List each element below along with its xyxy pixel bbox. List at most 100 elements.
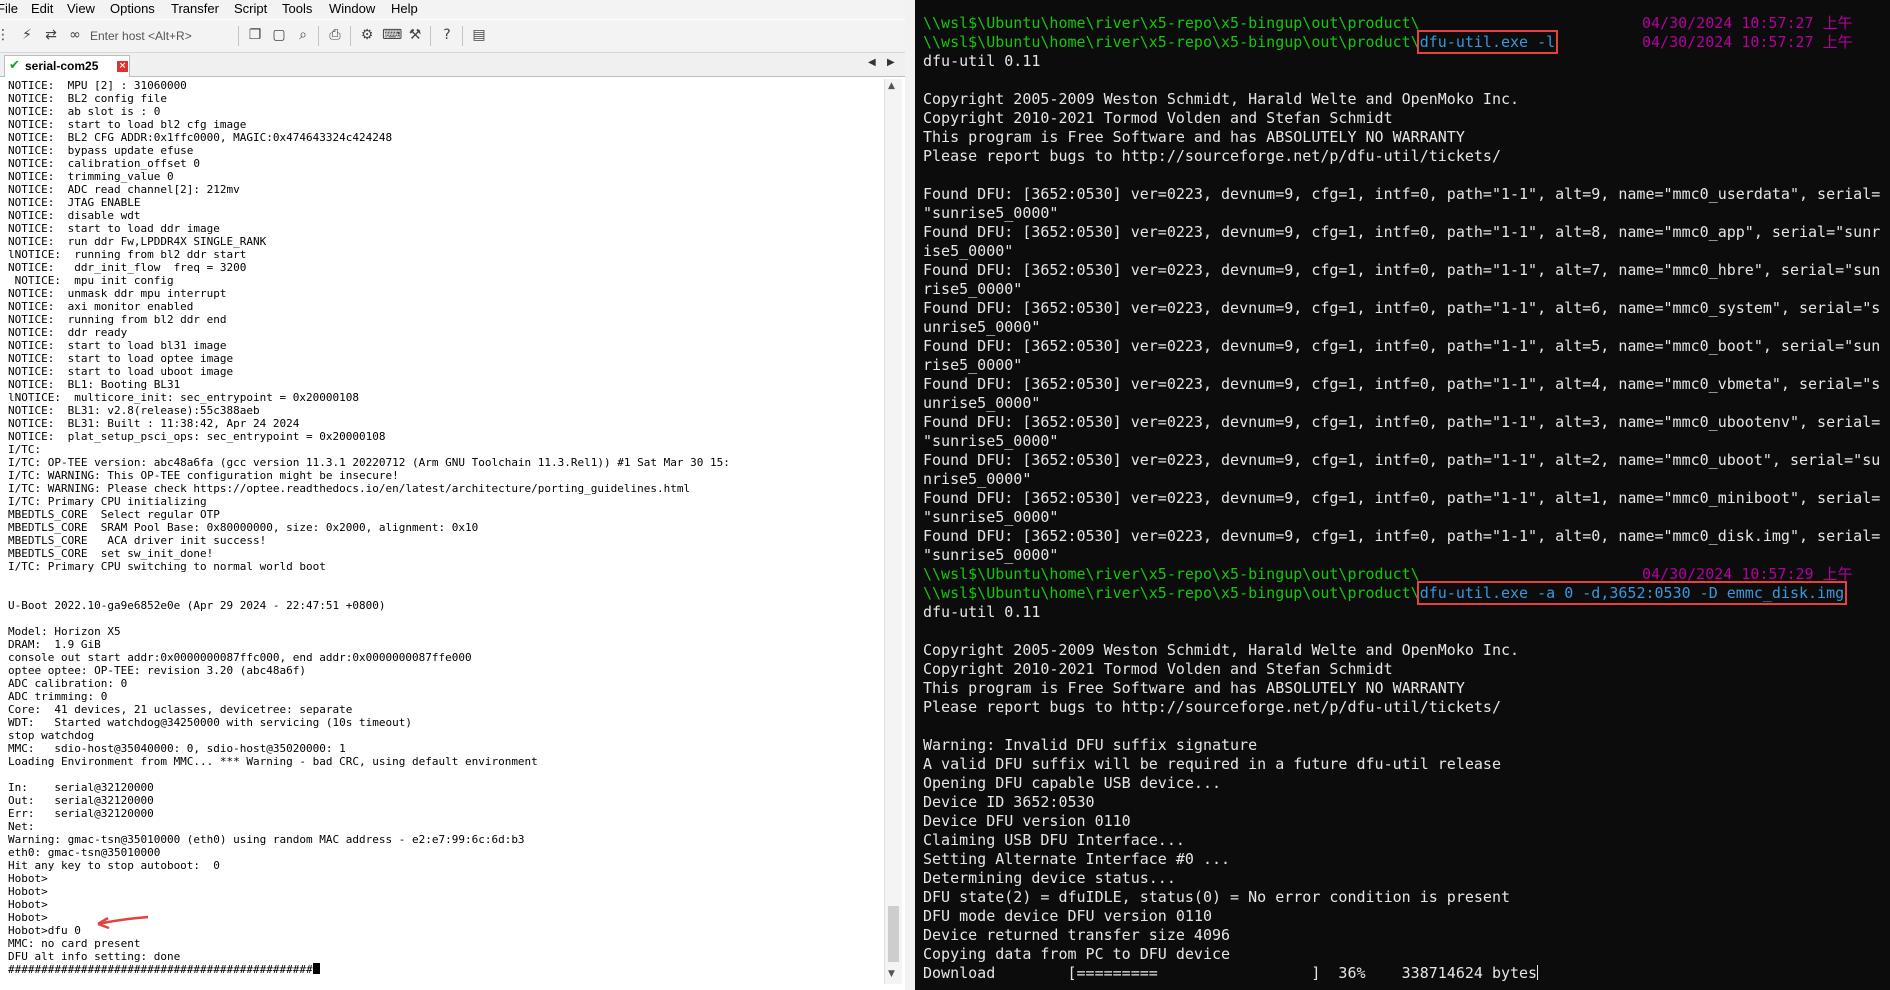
find-icon[interactable]: ⌕ (294, 26, 312, 44)
print-icon[interactable]: ⎙ (326, 26, 344, 44)
lightning-icon[interactable]: ⚡ (18, 26, 36, 44)
output-line: Found DFU: [3652:0530] ver=0223, devnum=… (923, 451, 1881, 469)
serial-terminal-window: File Edit View Options Transfer Script T… (0, 0, 906, 990)
menu-options[interactable]: Options (110, 1, 155, 16)
highlighted-command: dfu-util.exe -l (1416, 30, 1559, 54)
output-line: Copying data from PC to DFU device (923, 945, 1231, 963)
close-tab-icon[interactable]: × (117, 61, 128, 72)
serial-line: Out: serial@32120000 (8, 794, 154, 807)
serial-line: Err: serial@32120000 (8, 807, 154, 820)
tab-scroll-left-icon[interactable]: ◀ (868, 57, 876, 68)
toolbar-divider (318, 26, 319, 46)
serial-line: I/TC: OP-TEE version: abc48a6fa (gcc ver… (8, 456, 730, 469)
windows-terminal-window[interactable]: \\wsl$\Ubuntu\home\river\x5-repo\x5-bing… (915, 0, 1890, 990)
tab-scroll-right-icon[interactable]: ▶ (887, 57, 895, 68)
output-line: unrise5_0000" (923, 394, 1041, 412)
keymap-icon[interactable]: ⌨ (382, 26, 402, 44)
output-line: Device ID 3652:0530 (923, 793, 1095, 811)
serial-line: lNOTICE: multicore_init: sec_entrypoint … (8, 391, 359, 404)
output-line: Found DFU: [3652:0530] ver=0223, devnum=… (923, 261, 1881, 279)
serial-line: NOTICE: BL31: v2.8(release):55c388aeb (8, 404, 260, 417)
timestamp: 04/30/2024 10:57:27 上午 (1642, 14, 1853, 32)
output-line: Warning: Invalid DFU suffix signature (923, 736, 1258, 754)
serial-line: MBEDTLS_CORE ACA driver init success! (8, 534, 267, 547)
vertical-scrollbar[interactable]: ▲ ▼ (884, 79, 902, 984)
serial-line: Net: (8, 820, 35, 833)
serial-line: ADC calibration: 0 (8, 677, 128, 690)
serial-line (8, 586, 882, 599)
output-line: Device returned transfer size 4096 (923, 926, 1231, 944)
output-line: nrise5_0000" (923, 470, 1032, 488)
output-line: DFU mode device DFU version 0110 (923, 907, 1212, 925)
output-line: Opening DFU capable USB device... (923, 774, 1222, 792)
tab-serial-com25[interactable]: ✔ serial-com25 × (4, 55, 130, 77)
menu-window[interactable]: Window (329, 1, 375, 16)
menu-file[interactable]: File (0, 1, 18, 16)
serial-terminal-output[interactable]: NOTICE: MPU [2] : 31060000 NOTICE: BL2 co… (8, 79, 882, 984)
prompt-line: \\wsl$\Ubuntu\home\river\x5-repo\x5-bing… (923, 30, 1881, 54)
session-tab-bar: ✔ serial-com25 × ◀ ▶ (0, 53, 905, 77)
output-line: Claiming USB DFU Interface... (923, 831, 1185, 849)
menu-edit[interactable]: Edit (31, 1, 53, 16)
serial-line: Model: Horizon X5 (8, 625, 121, 638)
scroll-down-icon[interactable]: ▼ (888, 969, 895, 979)
menu-script[interactable]: Script (234, 1, 267, 16)
sftp-icon[interactable]: ⚒ (406, 26, 424, 44)
serial-line: Hobot> (8, 885, 48, 898)
serial-line: WDT: Started watchdog@34250000 with serv… (8, 716, 412, 729)
grip-icon: ⋮ (0, 27, 10, 43)
menu-view[interactable]: View (67, 1, 95, 16)
prompt-path: \\wsl$\Ubuntu\home\river\x5-repo\x5-bing… (923, 33, 1420, 51)
output-line: Found DFU: [3652:0530] ver=0223, devnum=… (923, 223, 1881, 241)
output-line: Found DFU: [3652:0530] ver=0223, devnum=… (923, 337, 1881, 355)
serial-line: DRAM: 1.9 GiB (8, 638, 101, 651)
output-line: Found DFU: [3652:0530] ver=0223, devnum=… (923, 489, 1881, 507)
serial-line: NOTICE: BL2 config file (8, 92, 167, 105)
prompt-path: \\wsl$\Ubuntu\home\river\x5-repo\x5-bing… (923, 584, 1420, 602)
paste-icon[interactable]: ▢ (270, 26, 288, 44)
serial-line: NOTICE: mpu init config (8, 274, 174, 287)
timestamp: 04/30/2024 10:57:27 上午 (1642, 33, 1853, 51)
serial-line: NOTICE: start to load bl31 image (8, 339, 227, 352)
log-icon[interactable]: ▤ (470, 26, 488, 44)
scroll-up-icon[interactable]: ▲ (888, 81, 895, 91)
serial-line: Hobot> (8, 898, 48, 911)
output-line: dfu-util 0.11 (923, 603, 1041, 621)
output-line: Found DFU: [3652:0530] ver=0223, devnum=… (923, 527, 1881, 545)
serial-line: In: serial@32120000 (8, 781, 154, 794)
serial-line: NOTICE: BL2 CFG ADDR:0x1ffc0000, MAGIC:0… (8, 131, 393, 144)
serial-line: NOTICE: run ddr Fw,LPDDR4X SINGLE_RANK (8, 235, 267, 248)
output-line: Copyright 2010-2021 Tormod Volden and St… (923, 109, 1393, 127)
tab-label: serial-com25 (25, 59, 99, 73)
toolbar-divider (462, 26, 463, 46)
serial-line: MMC: no card present (8, 937, 141, 950)
serial-line: I/TC: WARNING: This OP-TEE configuration… (8, 469, 399, 482)
output-line: This program is Free Software and has AB… (923, 679, 1465, 697)
output-line: A valid DFU suffix will be required in a… (923, 755, 1501, 773)
serial-line: NOTICE: start to load bl2 cfg image (8, 118, 247, 131)
serial-line: NOTICE: BL31: Built : 11:38:42, Apr 24 2… (8, 417, 300, 430)
output-line: Please report bugs to http://sourceforge… (923, 147, 1501, 165)
serial-line: NOTICE: start to load ddr image (8, 222, 220, 235)
menu-tools[interactable]: Tools (282, 1, 312, 16)
prompt-line: \\wsl$\Ubuntu\home\river\x5-repo\x5-bing… (923, 581, 1881, 605)
serial-line (8, 768, 882, 781)
menu-transfer[interactable]: Transfer (171, 1, 219, 16)
serial-line: NOTICE: ab slot is : 0 (8, 105, 161, 118)
serial-line: NOTICE: trimming_value 0 (8, 170, 174, 183)
settings-icon[interactable]: ⚙ (358, 26, 376, 44)
output-line: Please report bugs to http://sourceforge… (923, 698, 1501, 716)
scrollbar-thumb[interactable] (888, 906, 899, 962)
menu-help[interactable]: Help (391, 1, 418, 16)
highlighted-command: dfu-util.exe -a 0 -d,3652:0530 -D emmc_d… (1416, 581, 1848, 605)
output-line: DFU state(2) = dfuIDLE, status(0) = No e… (923, 888, 1510, 906)
reconnect-icon[interactable]: ⇄ (42, 26, 60, 44)
serial-line: NOTICE: ddr_init_flow freq = 3200 (8, 261, 247, 274)
link-icon[interactable]: ∞ (66, 26, 84, 44)
copy-icon[interactable]: ❐ (246, 26, 264, 44)
help-icon[interactable]: ? (438, 26, 456, 44)
quick-connect-input[interactable]: Enter host <Alt+R> (90, 26, 218, 46)
